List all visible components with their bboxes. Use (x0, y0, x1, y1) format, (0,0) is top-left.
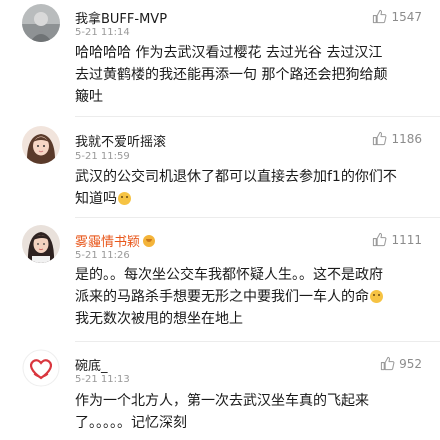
username[interactable]: 碗底_ (75, 355, 108, 374)
comment-time: 5-21 11:13 (75, 374, 130, 385)
like-button[interactable]: 1186 (372, 131, 422, 146)
thumbs-up-icon (380, 356, 395, 371)
comment-time: 5-21 11:14 (75, 27, 130, 38)
user-avatar[interactable] (22, 349, 60, 387)
like-button[interactable]: 1547 (372, 9, 422, 24)
user-avatar[interactable] (22, 126, 60, 164)
like-count: 1547 (391, 9, 422, 24)
thumbs-up-icon (373, 232, 387, 247)
username[interactable]: 我就不爱听摇滚 (75, 131, 166, 150)
comment-time: 5-21 11:59 (75, 151, 130, 162)
woman-portrait-avatar (22, 225, 60, 263)
like-count: 1111 (391, 232, 422, 247)
comment-time: 5-21 11:26 (75, 250, 130, 261)
thumbs-up-icon (373, 9, 387, 24)
username[interactable]: 我拿BUFF-MVP (75, 8, 167, 27)
comment-line: 知道吗 (75, 191, 117, 207)
comment-line: 我无数次被甩的想坐在地上 (75, 311, 243, 327)
comment-line-with-emoji: 派来的马路杀手想要无形之中要我们一车人的命 (75, 286, 427, 308)
heart-logo-avatar (22, 349, 60, 387)
user-avatar[interactable] (22, 225, 60, 263)
comment-line: 了。。。。。记忆深刻 (75, 415, 187, 431)
grey-portrait-avatar (22, 4, 60, 42)
like-button[interactable]: 1111 (372, 232, 422, 247)
comment-line: 派来的马路杀手想要无形之中要我们一车人的命 (75, 289, 369, 305)
smile-emoji-icon (118, 192, 131, 205)
divider (75, 116, 440, 117)
sad-emoji-icon (370, 290, 383, 303)
comment-line-with-emoji: 知道吗 (75, 188, 427, 210)
comment-line: 哈哈哈哈 作为去武汉看过樱花 去过光谷 去过汉江 (75, 45, 383, 61)
divider (75, 341, 440, 342)
comment-text: 哈哈哈哈 作为去武汉看过樱花 去过光谷 去过汉江 去过黄鹤楼的我还能再添一句 那… (75, 42, 427, 108)
like-count: 1186 (391, 131, 422, 146)
username-text[interactable]: 雾霾情书颖 (75, 235, 140, 250)
comment-text: 是的。。每次坐公交车我都怀疑人生。。这不是政府 派来的马路杀手想要无形之中要我们… (75, 264, 427, 330)
like-button[interactable]: 952 (380, 356, 422, 371)
divider (75, 217, 440, 218)
girl-portrait-avatar (22, 126, 60, 164)
comment-line: 武汉的公交司机退休了都可以直接去参加f1的你们不 (75, 169, 397, 185)
comment-line: 是的。。每次坐公交车我都怀疑人生。。这不是政府 (75, 267, 383, 283)
comment-line: 作为一个北方人，第一次去武汉坐车真的飞起来 (75, 393, 369, 409)
comment-text: 武汉的公交司机退休了都可以直接去参加f1的你们不 知道吗 (75, 166, 427, 210)
like-count: 952 (399, 356, 422, 371)
thumbs-up-icon (373, 131, 387, 146)
comment-text: 作为一个北方人，第一次去武汉坐车真的飞起来 了。。。。。记忆深刻 (75, 390, 427, 434)
username[interactable]: 雾霾情书颖 (75, 231, 156, 250)
vip-badge-icon (143, 235, 156, 247)
user-avatar[interactable] (22, 4, 60, 42)
comment-line: 簸吐 (75, 89, 103, 105)
comment-line: 去过黄鹤楼的我还能再添一句 那个路还会把狗给颠 (75, 67, 388, 83)
